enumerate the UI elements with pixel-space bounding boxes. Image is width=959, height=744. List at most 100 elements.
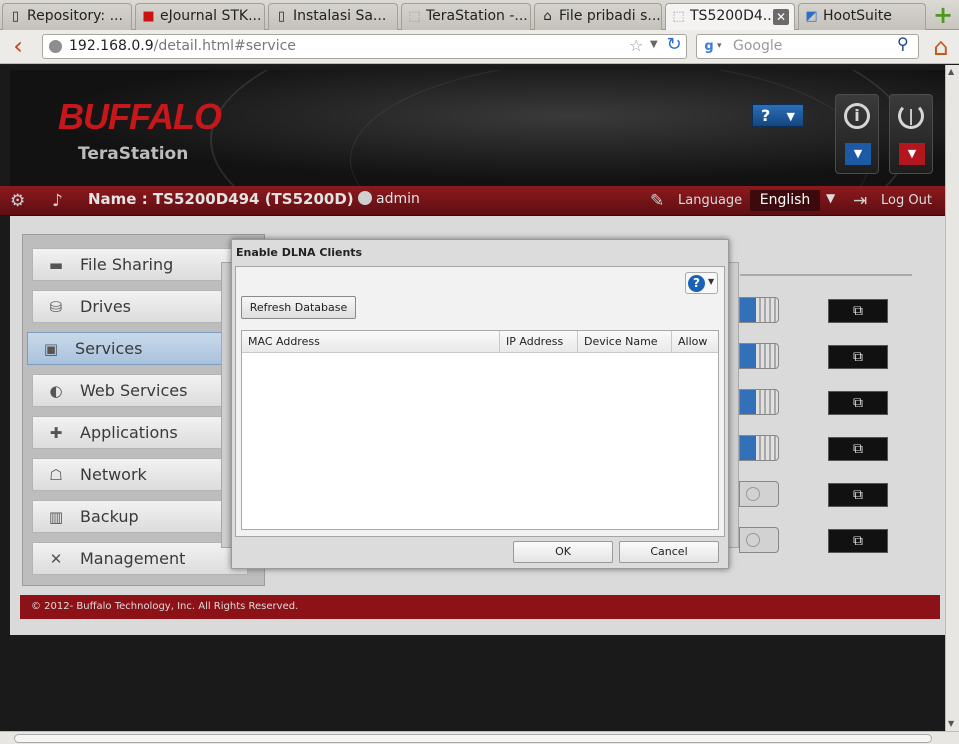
toggle-knob bbox=[756, 298, 778, 322]
tab-hootsuite[interactable]: ◩ HootSuite bbox=[798, 3, 926, 30]
service-toggle-on[interactable] bbox=[739, 389, 779, 415]
current-user: admin bbox=[358, 191, 420, 207]
sidebar-item-label: Network bbox=[80, 465, 147, 484]
power-dropdown-icon[interactable]: ▼ bbox=[899, 143, 925, 165]
tab-repository[interactable]: ▯ Repository: ... bbox=[2, 3, 132, 30]
external-edit-icon: ⧉ bbox=[853, 395, 863, 411]
info-button[interactable]: i ▼ bbox=[835, 94, 879, 174]
service-toggle-off[interactable] bbox=[739, 527, 779, 553]
hootsuite-icon: ◩ bbox=[805, 9, 818, 24]
external-edit-icon: ⧉ bbox=[853, 533, 863, 549]
sidebar-item-label: Management bbox=[80, 549, 186, 568]
sidebar-item-backup[interactable]: ▥ Backup bbox=[32, 500, 248, 533]
sidebar-item-label: File Sharing bbox=[80, 255, 174, 274]
sidebar-item-web-services[interactable]: ◐ Web Services bbox=[32, 374, 248, 407]
blank-page-icon: ⬚ bbox=[408, 9, 421, 24]
tab-file-pribadi[interactable]: ⌂ File pribadi s... bbox=[534, 3, 662, 30]
sidebar-item-applications[interactable]: ✚ Applications bbox=[32, 416, 248, 449]
scroll-down-icon[interactable]: ▼ bbox=[948, 719, 954, 728]
music-note-icon[interactable]: ♪ bbox=[52, 190, 63, 212]
cancel-button[interactable]: Cancel bbox=[619, 541, 719, 563]
scroll-up-icon[interactable]: ▲ bbox=[948, 67, 954, 76]
settings-gear-icon[interactable]: ⚙ bbox=[10, 190, 25, 212]
sidebar-item-label: Applications bbox=[80, 423, 178, 442]
help-dropdown-button[interactable]: ? ▼ bbox=[752, 104, 804, 127]
document-icon: ▯ bbox=[277, 9, 286, 24]
dialog-help-dropdown[interactable]: ? ▼ bbox=[685, 272, 718, 294]
service-edit-button[interactable]: ⧉ bbox=[828, 391, 888, 415]
tab-ts5200d4-active[interactable]: ⬚ TS5200D4... ✕ bbox=[665, 3, 795, 30]
tab-instalasi[interactable]: ▯ Instalasi Sa... bbox=[268, 3, 398, 30]
user-icon bbox=[358, 191, 372, 205]
sidebar-item-label: Services bbox=[75, 339, 143, 358]
power-button[interactable]: | ▼ bbox=[889, 94, 933, 174]
logout-link[interactable]: Log Out bbox=[881, 193, 932, 208]
external-edit-icon: ⧉ bbox=[853, 441, 863, 457]
url-history-dropdown-icon[interactable]: ▼ bbox=[650, 39, 658, 50]
info-dropdown-icon[interactable]: ▼ bbox=[845, 143, 871, 165]
service-edit-button[interactable]: ⧉ bbox=[828, 299, 888, 323]
tab-label: TeraStation -... bbox=[426, 8, 528, 24]
new-tab-plus-icon[interactable]: + bbox=[932, 3, 954, 27]
bookmark-star-icon[interactable]: ☆ bbox=[629, 34, 643, 58]
horizontal-scroll-thumb[interactable] bbox=[14, 734, 932, 743]
logout-icon: ⇥ bbox=[853, 191, 868, 211]
sidebar-item-services[interactable]: ▣ Services bbox=[27, 332, 248, 365]
language-dropdown-icon[interactable]: ▼ bbox=[826, 191, 835, 205]
dialog-title: Enable DLNA Clients bbox=[236, 246, 363, 259]
language-select[interactable]: English bbox=[750, 190, 820, 211]
url-host: 192.168.0.9 bbox=[69, 38, 154, 54]
network-icon: ☖ bbox=[49, 466, 63, 484]
folder-icon: ▬ bbox=[48, 256, 64, 274]
reload-icon[interactable]: ↻ bbox=[664, 35, 684, 55]
sidebar-item-drives[interactable]: ⛁ Drives bbox=[32, 290, 248, 323]
tab-label: TS5200D4... bbox=[690, 8, 777, 24]
service-toggle-on[interactable] bbox=[739, 435, 779, 461]
services-icon: ▣ bbox=[43, 340, 59, 358]
address-bar[interactable]: 192.168.0.9/detail.html#service bbox=[42, 34, 687, 59]
search-magnifier-icon[interactable]: ⚲ bbox=[897, 35, 915, 53]
sidebar-item-network[interactable]: ☖ Network bbox=[32, 458, 248, 491]
service-toggle-off[interactable] bbox=[739, 481, 779, 507]
close-tab-icon[interactable]: ✕ bbox=[773, 9, 789, 25]
drive-icon: ⛁ bbox=[49, 298, 63, 316]
device-name-label: Name : TS5200D494 (TS5200D) bbox=[88, 190, 354, 208]
divider bbox=[740, 274, 912, 276]
vertical-scrollbar[interactable]: ▲ ▼ bbox=[945, 65, 959, 732]
column-header-ip[interactable]: IP Address bbox=[500, 331, 578, 353]
service-edit-button[interactable]: ⧉ bbox=[828, 529, 888, 553]
sidebar-item-file-sharing[interactable]: ▬ File Sharing bbox=[32, 248, 248, 281]
chevron-down-icon: ▼ bbox=[786, 110, 795, 123]
footer: © 2012- Buffalo Technology, Inc. All Rig… bbox=[20, 595, 940, 619]
column-header-mac[interactable]: MAC Address bbox=[242, 331, 500, 353]
refresh-database-button[interactable]: Refresh Database bbox=[241, 296, 356, 319]
sidebar-item-management[interactable]: ✕ Management bbox=[32, 542, 248, 575]
column-header-allow[interactable]: Allow bbox=[672, 331, 718, 353]
horizontal-scrollbar[interactable] bbox=[0, 731, 959, 744]
toggle-off-circle-icon bbox=[746, 487, 760, 501]
document-icon: ▯ bbox=[11, 9, 20, 24]
browser-window: ▯ Repository: ... ■ eJournal STK... ▯ In… bbox=[0, 0, 959, 744]
tab-terastation[interactable]: ⬚ TeraStation -... bbox=[401, 3, 531, 30]
user-name: admin bbox=[376, 191, 420, 207]
tab-strip: ▯ Repository: ... ■ eJournal STK... ▯ In… bbox=[0, 0, 959, 30]
help-label: ? bbox=[761, 106, 771, 125]
service-edit-button[interactable]: ⧉ bbox=[828, 437, 888, 461]
tab-ejournal[interactable]: ■ eJournal STK... bbox=[135, 3, 265, 30]
column-header-device-name[interactable]: Device Name bbox=[578, 331, 672, 353]
wrench-icon: ✕ bbox=[49, 550, 63, 568]
search-engine-dropdown-icon[interactable]: ▾ bbox=[717, 35, 722, 58]
service-edit-button[interactable]: ⧉ bbox=[828, 483, 888, 507]
back-arrow-icon[interactable]: ‹ bbox=[6, 33, 30, 59]
search-input[interactable]: g ▾ Google bbox=[696, 34, 919, 59]
ok-button[interactable]: OK bbox=[513, 541, 613, 563]
search-placeholder: Google bbox=[733, 38, 783, 54]
service-toggle-on[interactable] bbox=[739, 297, 779, 323]
site-icon: ⌂ bbox=[543, 9, 552, 24]
tab-label: Instalasi Sa... bbox=[293, 8, 387, 24]
language-label: Language bbox=[678, 193, 743, 208]
service-edit-button[interactable]: ⧉ bbox=[828, 345, 888, 369]
service-toggle-on[interactable] bbox=[739, 343, 779, 369]
home-icon[interactable]: ⌂ bbox=[927, 33, 955, 61]
backup-icon: ▥ bbox=[48, 508, 64, 526]
